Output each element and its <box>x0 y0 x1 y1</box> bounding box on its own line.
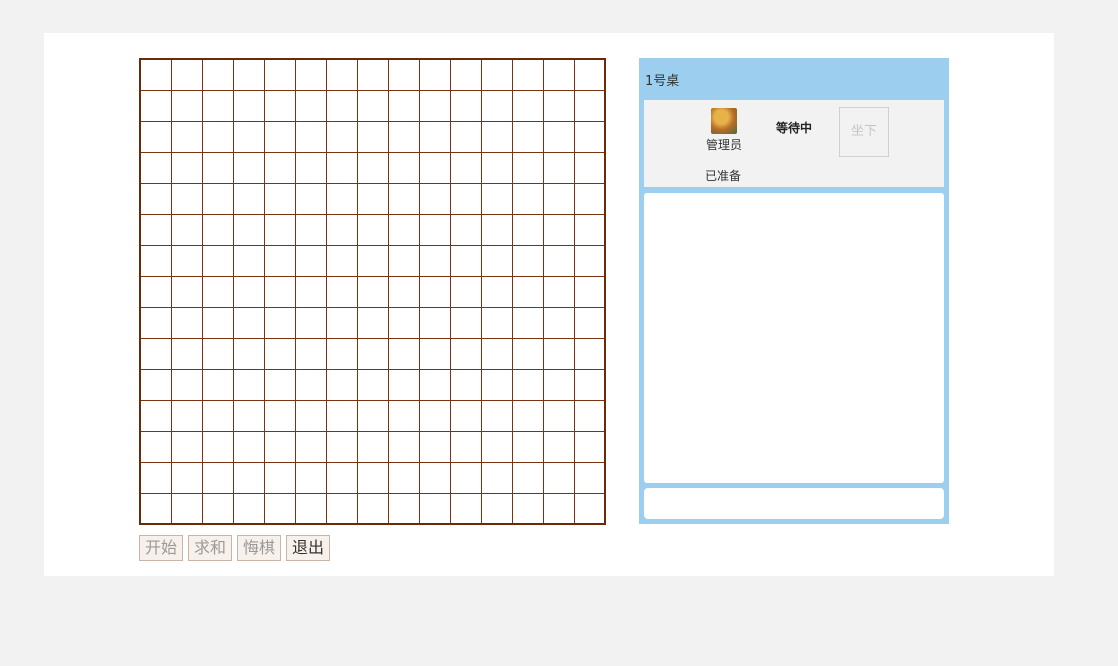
sit-down-button[interactable]: 坐下 <box>839 107 889 157</box>
player-name: 管理员 <box>706 138 743 152</box>
draw-button[interactable]: 求和 <box>188 535 232 561</box>
seat-area: 管理员 已准备 等待中 坐下 <box>644 100 944 187</box>
start-button[interactable]: 开始 <box>139 535 183 561</box>
table-title: 1号桌 <box>645 74 680 89</box>
exit-button[interactable]: 退出 <box>286 535 330 561</box>
table-panel: 1号桌 管理员 已准备 等待中 坐下 <box>639 58 949 524</box>
undo-button[interactable]: 悔棋 <box>237 535 281 561</box>
gomoku-board[interactable] <box>139 58 606 525</box>
waiting-status: 等待中 <box>776 121 813 135</box>
avatar <box>711 108 737 134</box>
ready-status: 已准备 <box>705 169 742 183</box>
chat-log <box>644 193 944 483</box>
chat-input[interactable] <box>644 488 944 519</box>
